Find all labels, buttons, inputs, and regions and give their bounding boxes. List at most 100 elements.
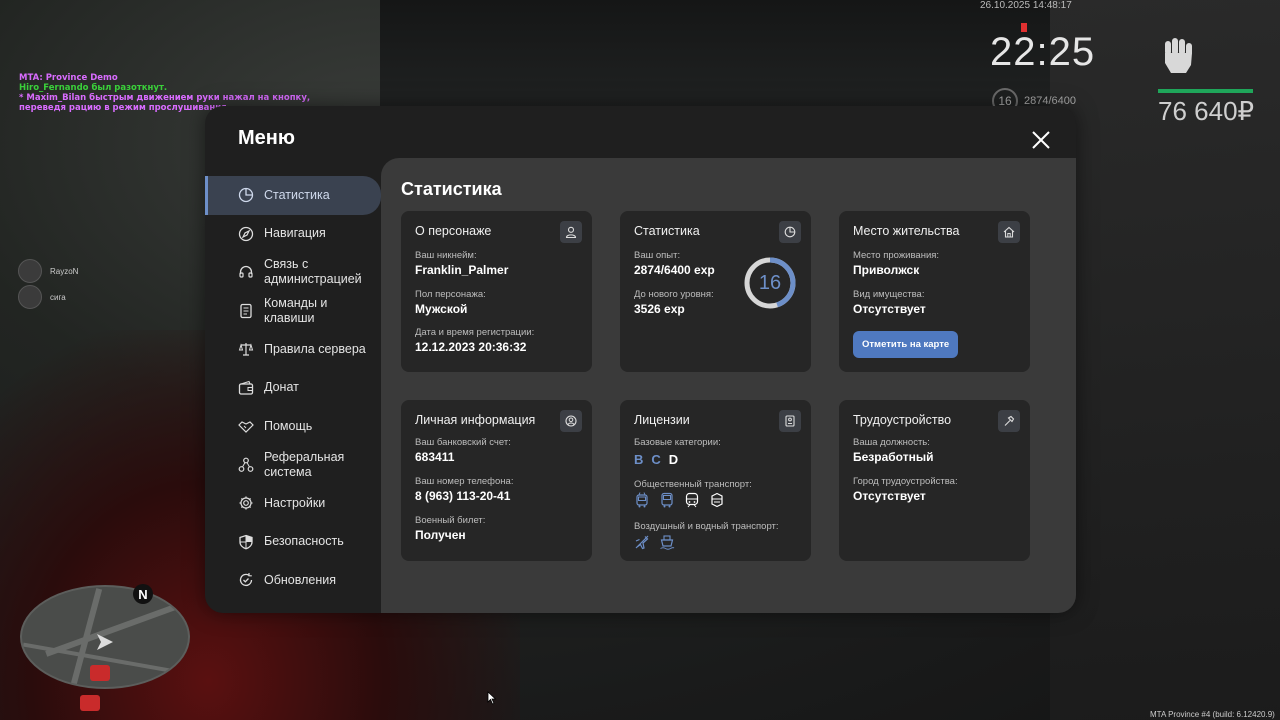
public-transport-label: Общественный транспорт:: [634, 479, 752, 490]
mouse-cursor-icon: [487, 691, 497, 710]
card-title: Статистика: [634, 224, 700, 238]
employment-city-label: Город трудоустройства:: [853, 476, 958, 487]
stats-card: Статистика Ваш опыт: 2874/6400 exp До но…: [620, 211, 811, 372]
refresh-check-icon: [238, 572, 254, 588]
build-info: MTA Province #4 (build: 6.12420.9): [1150, 710, 1275, 719]
property-value: Отсутствует: [853, 302, 926, 316]
shield-icon: [238, 534, 254, 550]
sidebar-item-referral[interactable]: Реферальная система: [205, 446, 381, 485]
background-scene-top: [380, 0, 1080, 110]
sidebar-item-help[interactable]: Помощь: [205, 407, 381, 446]
hammer-icon: [998, 410, 1020, 432]
residence-place-value: Приволжск: [853, 263, 920, 277]
sidebar-item-label: Реферальная система: [264, 449, 345, 479]
minimap-north: N: [133, 584, 153, 604]
pie-chart-icon: [779, 221, 801, 243]
content-panel: Статистика О персонаже Ваш никнейм: Fran…: [381, 158, 1076, 613]
experience-value: 2874/6400 exp: [634, 263, 715, 277]
card-title: О персонаже: [415, 224, 492, 238]
chat-line: Hiro_Fernando был разоткнут.: [19, 83, 168, 93]
voice-user: сига: [18, 285, 66, 309]
level-number: 16: [758, 271, 782, 294]
metro-icon: [80, 695, 100, 711]
registration-label: Дата и время регистрации:: [415, 327, 535, 338]
wallet-icon: [238, 380, 254, 396]
license-icon: [779, 410, 801, 432]
plane-icon: [634, 534, 650, 555]
sidebar-item-statistics[interactable]: Статистика: [205, 176, 381, 215]
card-title: Место жительства: [853, 224, 960, 238]
residence-card: Место жительства Место проживания: Приво…: [839, 211, 1030, 372]
close-button[interactable]: [1031, 130, 1051, 150]
document-icon: [238, 303, 254, 319]
sidebar-item-updates[interactable]: Обновления: [205, 561, 381, 600]
air-water-transport-icons: [634, 534, 675, 555]
datetime: 26.10.2025 14:48:17: [980, 0, 1072, 11]
train-icon: [684, 492, 700, 513]
tram-icon: [709, 492, 725, 513]
home-icon: [998, 221, 1020, 243]
license-categories: B C D: [634, 452, 678, 467]
level-progress-ring: 16: [743, 256, 797, 310]
card-title: Лицензии: [634, 413, 690, 427]
gear-icon: [238, 495, 254, 511]
nickname-label: Ваш никнейм:: [415, 250, 477, 261]
sidebar-item-label: Правила сервера: [264, 341, 366, 356]
menu-title: Меню: [238, 127, 295, 149]
close-icon: [1032, 131, 1050, 149]
user-icon: [560, 221, 582, 243]
fist-icon: [1162, 35, 1196, 80]
base-categories-label: Базовые категории:: [634, 437, 721, 448]
clock: 22:25: [990, 30, 1096, 74]
health-bar: [1158, 89, 1253, 93]
bank-label: Ваш банковский счет:: [415, 437, 511, 448]
military-label: Военный билет:: [415, 515, 486, 526]
sidebar-item-navigation[interactable]: Навигация: [205, 215, 381, 254]
compass-icon: [238, 226, 254, 242]
sidebar-item-label: Безопасность: [264, 534, 344, 549]
property-label: Вид имущества:: [853, 289, 925, 300]
military-value: Получен: [415, 528, 466, 542]
voice-user-name: сига: [50, 292, 66, 302]
mark-on-map-button[interactable]: Отметить на карте: [853, 331, 959, 358]
sidebar-item-label: Настройки: [264, 495, 326, 510]
experience-label: Ваш опыт:: [634, 250, 681, 261]
sidebar-item-rules[interactable]: Правила сервера: [205, 330, 381, 369]
licenses-card: Лицензии Базовые категории: B C D Общест…: [620, 400, 811, 561]
registration-value: 12.12.2023 20:36:32: [415, 340, 527, 354]
scales-icon: [238, 341, 254, 357]
boat-icon: [659, 534, 675, 555]
phone-value: 8 (963) 113-20-41: [415, 489, 511, 503]
sidebar-item-label: Донат: [264, 380, 299, 395]
avatar: [18, 259, 42, 283]
sidebar-item-security[interactable]: Безопасность: [205, 523, 381, 562]
voice-user-name: RayzoN: [50, 266, 79, 276]
next-level-value: 3526 exp: [634, 302, 685, 316]
voice-user: RayzoN: [18, 259, 78, 283]
next-level-label: До нового уровня:: [634, 289, 714, 300]
user-circle-icon: [560, 410, 582, 432]
network-icon: [238, 457, 254, 473]
sidebar-item-donate[interactable]: Донат: [205, 369, 381, 408]
sidebar-item-admin-contact[interactable]: Связь с администрацией: [205, 253, 381, 292]
sidebar-item-label: Навигация: [264, 226, 326, 241]
position-value: Безработный: [853, 450, 934, 464]
license-category-b: B: [634, 452, 644, 467]
money: 76 640₽: [1158, 96, 1255, 126]
air-water-transport-label: Воздушный и водный транспорт:: [634, 521, 779, 532]
player-arrow-icon: [95, 632, 115, 657]
map-marker-icon: [90, 665, 110, 681]
nickname-value: Franklin_Palmer: [415, 263, 509, 277]
pie-chart-icon: [238, 187, 254, 203]
sidebar-item-settings[interactable]: Настройки: [205, 484, 381, 523]
license-category-c: C: [651, 452, 661, 467]
position-label: Ваша должность:: [853, 437, 930, 448]
gender-label: Пол персонажа:: [415, 289, 486, 300]
sidebar-item-label: Команды и клавиши: [264, 295, 328, 325]
avatar: [18, 285, 42, 309]
sidebar-item-commands[interactable]: Команды и клавиши: [205, 292, 381, 331]
employment-card: Трудоустройство Ваша должность: Безработ…: [839, 400, 1030, 561]
headset-icon: [238, 264, 254, 280]
license-category-d: D: [668, 452, 679, 467]
bus-icon: [659, 492, 675, 513]
